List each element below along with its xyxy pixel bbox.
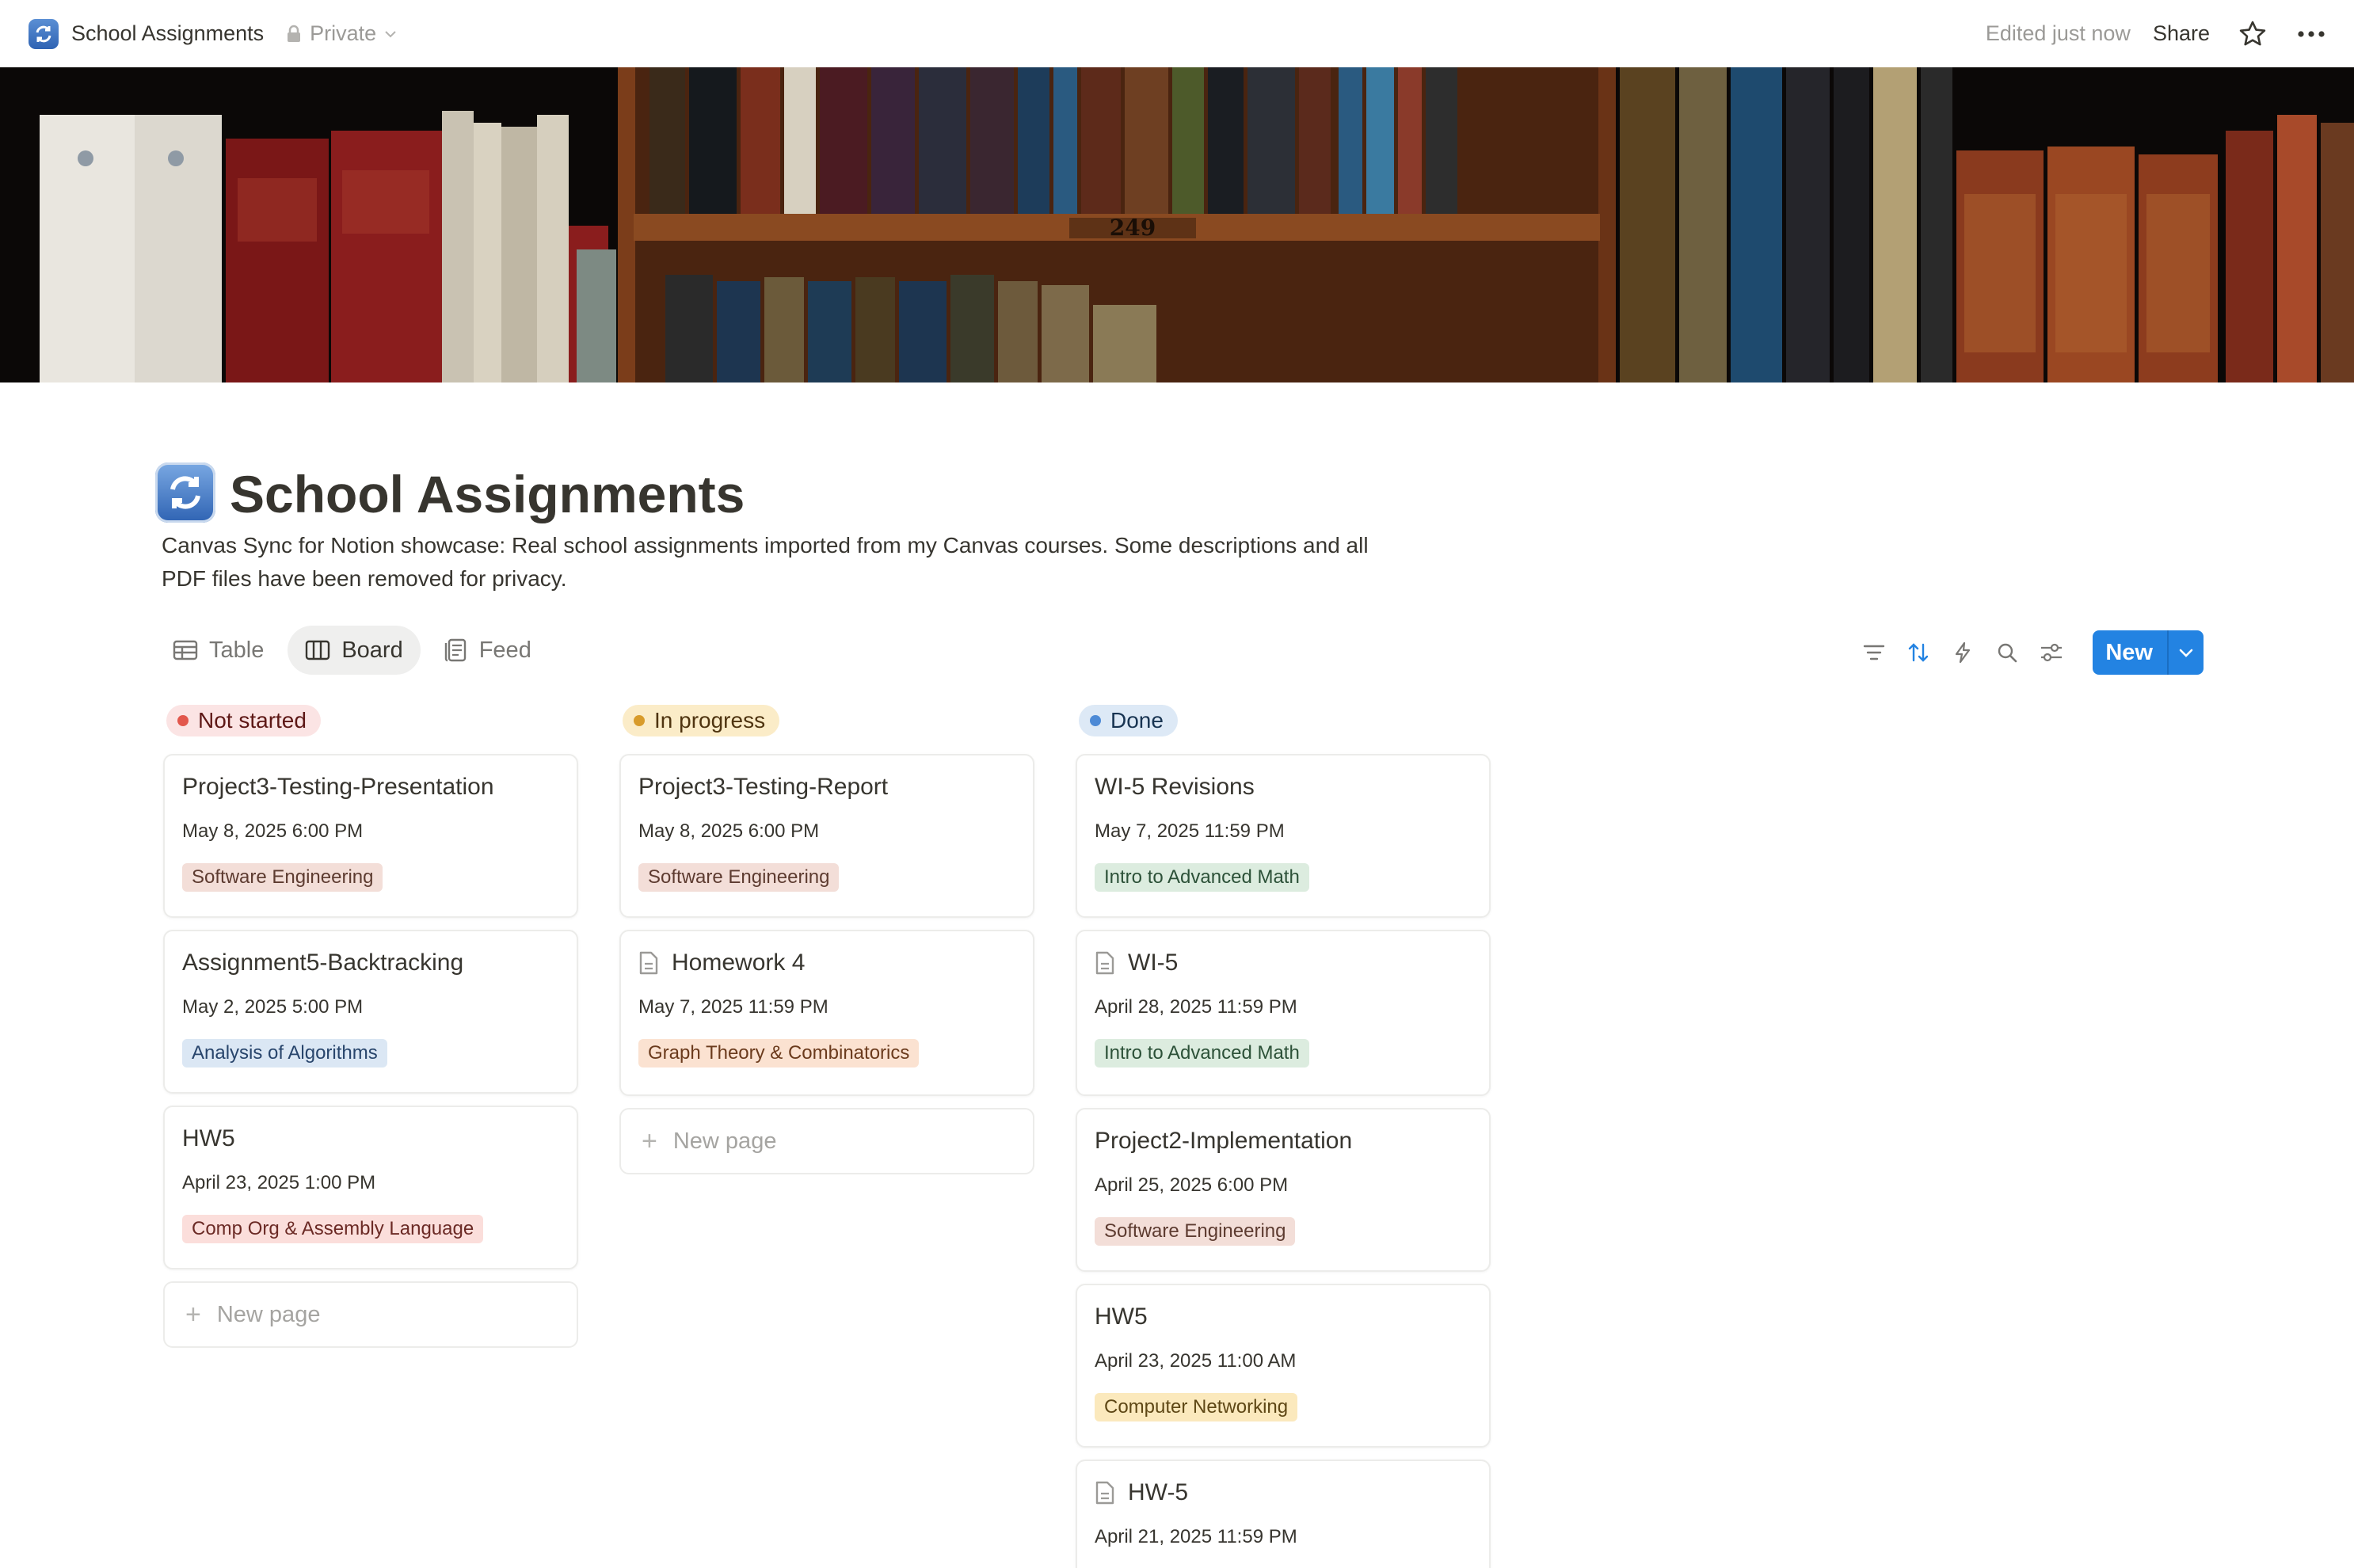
card-title: Project3-Testing-Report xyxy=(638,774,889,800)
tab-feed[interactable]: Feed xyxy=(427,626,549,675)
new-page-button[interactable]: + New page xyxy=(619,1108,1034,1174)
privacy-label: Private xyxy=(310,21,377,45)
status-label: Not started xyxy=(198,708,307,733)
lock-icon xyxy=(288,25,301,42)
new-page-button[interactable]: + New page xyxy=(163,1281,578,1348)
page-sync-icon[interactable] xyxy=(155,462,215,523)
card-title-row: HW-5 xyxy=(1095,1477,1472,1509)
status-badge[interactable]: In progress xyxy=(623,705,780,736)
status-badge[interactable]: Done xyxy=(1079,705,1178,736)
star-icon[interactable] xyxy=(2238,20,2267,48)
breadcrumb-title[interactable]: School Assignments xyxy=(71,21,264,46)
share-button[interactable]: Share xyxy=(2153,21,2210,46)
cover-image[interactable]: 249 xyxy=(0,67,2354,382)
card-title: Project3-Testing-Presentation xyxy=(182,774,494,800)
board-card[interactable]: Project3-Testing-Presentation May 8, 202… xyxy=(163,754,578,918)
status-label: Done xyxy=(1110,708,1164,733)
card-due-date: May 8, 2025 6:00 PM xyxy=(182,820,364,842)
board-card[interactable]: Project2-Implementation April 25, 2025 6… xyxy=(1076,1108,1491,1272)
card-due-date: April 23, 2025 1:00 PM xyxy=(182,1172,376,1193)
course-tag: Software Engineering xyxy=(1095,1217,1296,1246)
course-tag: Analysis of Algorithms xyxy=(182,1039,387,1068)
card-due-date: April 21, 2025 11:59 PM xyxy=(1095,1526,1297,1547)
status-dot xyxy=(634,715,645,726)
feed-icon xyxy=(444,638,466,662)
card-due-date: May 8, 2025 6:00 PM xyxy=(638,820,820,842)
database-toolbar: New xyxy=(1852,630,2204,675)
course-tag: Intro to Advanced Math xyxy=(1095,863,1309,892)
page-description[interactable]: Canvas Sync for Notion showcase: Real sc… xyxy=(162,529,1397,596)
privacy-menu[interactable]: Private xyxy=(286,21,405,46)
board-card[interactable]: HW-5 April 21, 2025 11:59 PM xyxy=(1076,1460,1491,1568)
card-title: HW5 xyxy=(182,1125,235,1151)
plus-icon: + xyxy=(642,1125,657,1156)
card-due-date: May 2, 2025 5:00 PM xyxy=(182,996,364,1018)
page-icon xyxy=(1095,1481,1114,1505)
card-due-date: April 25, 2025 6:00 PM xyxy=(1095,1174,1289,1196)
card-title: HW5 xyxy=(1095,1303,1148,1330)
card-title: Homework 4 xyxy=(672,950,806,976)
search-icon[interactable] xyxy=(1985,630,2029,675)
new-dropdown-chevron-icon[interactable] xyxy=(2167,630,2204,675)
course-tag: Intro to Advanced Math xyxy=(1095,1039,1309,1068)
course-tag: Computer Networking xyxy=(1095,1393,1298,1421)
card-due-date: May 7, 2025 11:59 PM xyxy=(1095,820,1285,842)
board-column-in-progress: In progress Project3-Testing-Report May … xyxy=(619,703,1034,1174)
board-icon xyxy=(306,640,330,660)
shelf-number: 249 xyxy=(1110,215,1156,241)
automation-bolt-icon[interactable] xyxy=(1941,630,1985,675)
page-title[interactable]: School Assignments xyxy=(230,462,745,526)
tab-table[interactable]: Table xyxy=(155,626,281,675)
page-icon xyxy=(1095,951,1114,975)
status-badge[interactable]: Not started xyxy=(166,705,321,736)
board-card[interactable]: WI-5 Revisions May 7, 2025 11:59 PM Intr… xyxy=(1076,754,1491,918)
edited-status: Edited just now xyxy=(1985,21,2131,45)
new-button-group: New xyxy=(2093,630,2204,675)
view-tabs: Table Board Feed xyxy=(155,626,555,675)
chevron-down-icon xyxy=(385,30,396,37)
top-bar: School Assignments Private Edited just n… xyxy=(0,0,2354,67)
card-title: HW-5 xyxy=(1128,1479,1189,1505)
board-card[interactable]: Project3-Testing-Report May 8, 2025 6:00… xyxy=(619,754,1034,918)
tab-table-label: Table xyxy=(209,637,265,663)
board-card[interactable]: Homework 4 May 7, 2025 11:59 PM Graph Th… xyxy=(619,930,1034,1096)
board-column-not-started: Not started Project3-Testing-Presentatio… xyxy=(163,703,578,1348)
card-due-date: May 7, 2025 11:59 PM xyxy=(638,996,828,1018)
status-dot xyxy=(177,715,189,726)
more-options-icon[interactable] xyxy=(2297,30,2325,38)
bookshelf-illustration: 249 xyxy=(0,67,2354,382)
card-title: Assignment5-Backtracking xyxy=(182,950,464,976)
tab-feed-label: Feed xyxy=(478,637,531,663)
board-card[interactable]: WI-5 April 28, 2025 11:59 PM Intro to Ad… xyxy=(1076,930,1491,1096)
card-title-row: WI-5 xyxy=(1095,947,1472,979)
sort-icon[interactable] xyxy=(1896,630,1941,675)
new-page-label: New page xyxy=(672,1128,777,1154)
table-icon xyxy=(173,640,198,660)
new-page-label: New page xyxy=(216,1301,321,1327)
course-tag: Graph Theory & Combinatorics xyxy=(638,1039,920,1068)
filter-icon[interactable] xyxy=(1852,630,1896,675)
course-tag: Comp Org & Assembly Language xyxy=(182,1215,484,1243)
page-icon xyxy=(639,951,658,975)
tab-board-label: Board xyxy=(341,637,403,663)
card-due-date: April 28, 2025 11:59 PM xyxy=(1095,996,1297,1018)
course-tag: Software Engineering xyxy=(182,863,383,892)
status-dot xyxy=(1090,715,1101,726)
status-label: In progress xyxy=(654,708,766,733)
card-title: WI-5 xyxy=(1128,950,1179,976)
board-card[interactable]: HW5 April 23, 2025 1:00 PM Comp Org & As… xyxy=(163,1106,578,1269)
board-card[interactable]: HW5 April 23, 2025 11:00 AM Computer Net… xyxy=(1076,1284,1491,1448)
card-due-date: April 23, 2025 11:00 AM xyxy=(1095,1350,1297,1372)
card-title-row: Homework 4 xyxy=(638,947,1015,979)
tab-board[interactable]: Board xyxy=(288,626,421,675)
board-card[interactable]: Assignment5-Backtracking May 2, 2025 5:0… xyxy=(163,930,578,1094)
course-tag: Software Engineering xyxy=(638,863,840,892)
new-button[interactable]: New xyxy=(2093,630,2167,675)
plus-icon: + xyxy=(185,1299,201,1330)
card-title: WI-5 Revisions xyxy=(1095,774,1255,800)
board-column-done: Done WI-5 Revisions May 7, 2025 11:59 PM… xyxy=(1076,703,1491,1568)
settings-sliders-icon[interactable] xyxy=(2029,630,2074,675)
card-title: Project2-Implementation xyxy=(1095,1128,1353,1154)
sync-icon[interactable] xyxy=(29,18,59,49)
